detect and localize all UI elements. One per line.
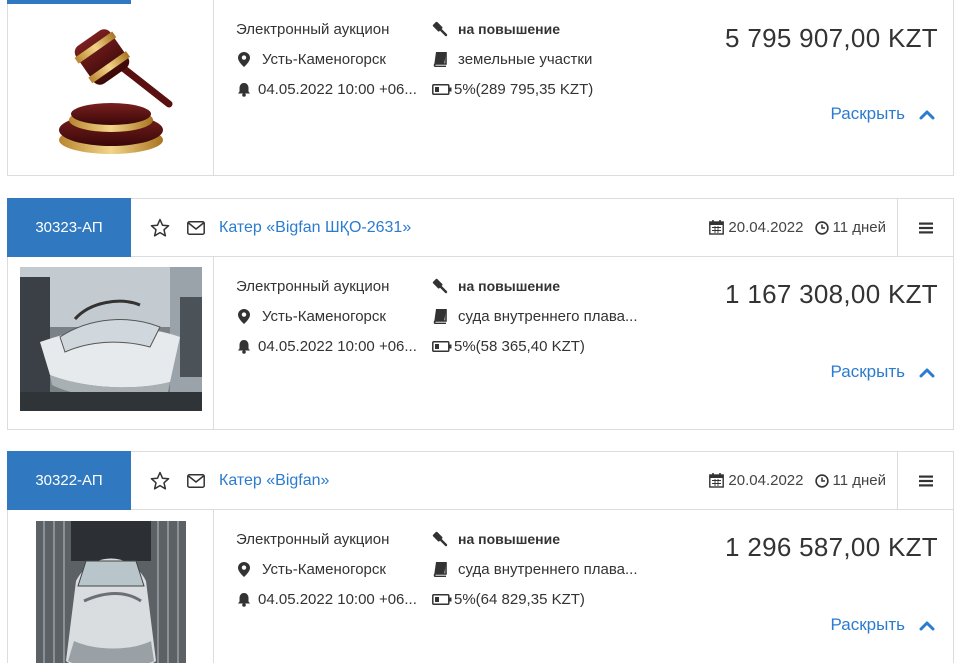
lot-title-link[interactable]: Катер «Bigfan» [219,452,329,509]
publish-date: 20.04.2022 [709,472,804,489]
gavel-icon [432,278,448,294]
lot-thumbnail[interactable] [8,257,214,429]
lot-header: 30323-АП Катер «Bigfan ШҚО-2631» 20.04.2… [7,198,953,257]
lot-category: земельные участки [432,51,592,68]
battery-icon [432,84,452,95]
days-left: 11 дней [814,219,886,236]
expand-button[interactable]: Раскрыть [831,362,935,382]
lot-body: Электронный аукцион на повышение Усть-Ка… [8,257,953,429]
lot-body: Электронный аукцион на повышение Усть-Ка… [8,0,953,175]
deposit: 5%(58 365,40 KZT) [432,338,585,355]
boat-photo [19,267,202,411]
book-icon [432,562,448,577]
lot-card: 30323-АП Катер «Bigfan ШҚО-2631» 20.04.2… [7,198,954,430]
lot-info: Электронный аукцион на повышение Усть-Ка… [214,510,953,663]
battery-icon [432,341,452,352]
lot-category: суда внутреннего плава... [432,561,638,578]
auction-start: 04.05.2022 10:00 +06... [236,591,417,608]
envelope-icon[interactable] [181,452,211,509]
bid-direction: на повышение [432,278,560,294]
lot-info: Электронный аукцион на повышение Усть-Ка… [214,257,953,429]
map-marker-icon [236,52,252,67]
menu-button[interactable] [897,199,953,256]
book-icon [432,309,448,324]
expand-button[interactable]: Раскрыть [831,615,935,635]
chevron-up-icon [919,109,935,120]
lot-info: Электронный аукцион на повышение Усть-Ка… [214,0,953,175]
gavel-image [58,29,172,154]
lot-thumbnail[interactable] [8,0,214,175]
battery-icon [432,594,452,605]
map-marker-icon [236,309,252,324]
bell-icon [236,339,252,354]
calendar-icon [709,220,725,235]
auction-start: 04.05.2022 10:00 +06... [236,338,417,355]
chevron-up-icon [919,367,935,378]
bid-direction: на повышение [432,21,560,37]
days-left: 11 дней [814,472,886,489]
lot-city: Усть-Каменогорск [236,51,386,68]
menu-button[interactable] [897,452,953,509]
auction-type: Электронный аукцион [236,21,390,38]
lot-card: 30322-АП Катер «Bigfan» 20.04.2022 11 дн… [7,451,954,663]
lot-price: 1 167 308,00 KZT [725,279,938,309]
star-icon[interactable] [145,452,175,509]
bell-icon [236,82,252,97]
deposit: 5%(289 795,35 KZT) [432,81,593,98]
auction-type: Электронный аукцион [236,278,390,295]
expand-button[interactable]: Раскрыть [831,104,935,124]
deposit: 5%(64 829,35 KZT) [432,591,585,608]
hamburger-icon [918,222,933,233]
auction-start: 04.05.2022 10:00 +06... [236,81,417,98]
auction-type: Электронный аукцион [236,531,390,548]
lot-city: Усть-Каменогорск [236,561,386,578]
clock-icon [814,220,829,235]
envelope-icon[interactable] [181,199,211,256]
book-icon [432,52,448,67]
lot-number-badge[interactable]: 30322-АП [7,451,131,510]
lot-city: Усть-Каменогорск [236,308,386,325]
gavel-icon [432,531,448,547]
boat-photo-2 [35,521,186,663]
lot-number-badge[interactable]: 30323-АП [7,198,131,257]
lot-category: суда внутреннего плава... [432,308,638,325]
lot-body: Электронный аукцион на повышение Усть-Ка… [8,510,953,663]
lot-header: 30322-АП Катер «Bigfan» 20.04.2022 11 дн… [7,451,953,510]
publish-date: 20.04.2022 [709,219,804,236]
chevron-up-icon [919,620,935,631]
calendar-icon [709,473,725,488]
lot-thumbnail[interactable] [8,510,214,663]
gavel-icon [432,21,448,37]
bell-icon [236,592,252,607]
hamburger-icon [918,475,933,486]
map-marker-icon [236,562,252,577]
lot-price: 1 296 587,00 KZT [725,532,938,562]
lot-header-meta: 20.04.2022 11 дней [709,452,953,509]
lot-title-link[interactable]: Катер «Bigfan ШҚО-2631» [219,199,411,256]
lot-price: 5 795 907,00 KZT [725,23,938,53]
star-icon[interactable] [145,199,175,256]
clock-icon [814,473,829,488]
lot-card: Электронный аукцион на повышение Усть-Ка… [7,0,954,176]
bid-direction: на повышение [432,531,560,547]
lot-header-meta: 20.04.2022 11 дней [709,199,953,256]
